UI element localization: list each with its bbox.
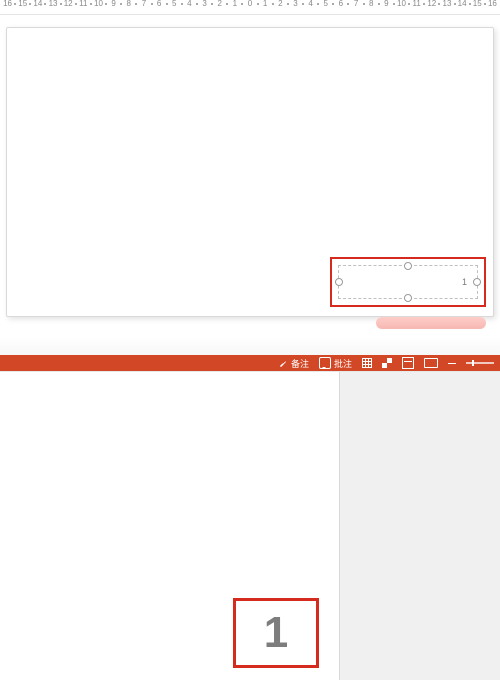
resize-handle-e[interactable] [473, 278, 481, 286]
page-number-value: 1 [462, 277, 467, 287]
ruler-tick: 3 [288, 0, 303, 14]
ruler-tick: 16 [485, 0, 500, 14]
preview-slide[interactable]: 1 [0, 372, 340, 680]
preview-page-number-highlight: 1 [233, 598, 319, 668]
pen-icon [278, 358, 288, 368]
ruler-tick: 7 [136, 0, 151, 14]
horizontal-ruler[interactable]: 1615141312111098765432101234567891011121… [0, 0, 500, 15]
ruler-tick: 14 [455, 0, 470, 14]
ruler-tick: 9 [379, 0, 394, 14]
ruler-tick: 5 [167, 0, 182, 14]
ruler-tick: 5 [318, 0, 333, 14]
ruler-tick: 11 [409, 0, 424, 14]
notes-pane[interactable] [340, 372, 500, 680]
reading-view-button[interactable] [402, 357, 414, 369]
ruler-tick: 6 [333, 0, 348, 14]
page-number-selection-highlight: 1 [330, 257, 486, 307]
ruler-tick: 0 [242, 0, 257, 14]
zoom-thumb[interactable] [472, 360, 474, 366]
normal-view-icon [362, 358, 372, 368]
notes-button[interactable]: 备注 [278, 357, 309, 370]
ruler-tick: 9 [106, 0, 121, 14]
ruler-tick: 6 [152, 0, 167, 14]
notes-label: 备注 [291, 357, 309, 370]
normal-view-button[interactable] [362, 358, 372, 368]
ruler-tick: 13 [439, 0, 454, 14]
slideshow-button[interactable] [424, 358, 438, 368]
zoom-out-button[interactable] [448, 363, 456, 364]
ruler-tick: 2 [273, 0, 288, 14]
ruler-tick: 8 [121, 0, 136, 14]
ruler-tick: 12 [61, 0, 76, 14]
ruler-tick: 8 [364, 0, 379, 14]
resize-handle-s[interactable] [404, 294, 412, 302]
resize-handle-w[interactable] [335, 278, 343, 286]
ruler-tick: 1 [227, 0, 242, 14]
slide-edit-area[interactable]: 1 [0, 15, 500, 337]
reading-view-icon [402, 357, 414, 369]
ruler-tick: 15 [15, 0, 30, 14]
ruler-tick: 11 [76, 0, 91, 14]
divider-strip [0, 337, 500, 355]
resize-handle-n[interactable] [404, 262, 412, 270]
ruler-tick: 7 [348, 0, 363, 14]
comment-icon [319, 357, 331, 369]
ruler-tick: 13 [45, 0, 60, 14]
ruler-tick: 4 [303, 0, 318, 14]
ruler-tick: 4 [182, 0, 197, 14]
ruler-tick: 3 [197, 0, 212, 14]
ruler-tick: 2 [212, 0, 227, 14]
status-bar: 备注 批注 [0, 355, 500, 371]
sorter-view-icon [382, 358, 392, 368]
ruler-tick: 1 [258, 0, 273, 14]
ruler-tick: 14 [30, 0, 45, 14]
page-number-textbox[interactable]: 1 [338, 265, 478, 299]
comments-label: 批注 [334, 357, 352, 370]
ruler-tick: 12 [424, 0, 439, 14]
slideshow-icon [424, 358, 438, 368]
ruler-tick: 10 [91, 0, 106, 14]
ruler-tick: 15 [470, 0, 485, 14]
zoom-slider[interactable] [466, 362, 494, 364]
comments-button[interactable]: 批注 [319, 357, 352, 370]
ruler-tick: 10 [394, 0, 409, 14]
sorter-view-button[interactable] [382, 358, 392, 368]
ime-indicator [376, 317, 486, 329]
preview-page-number: 1 [264, 608, 288, 658]
ruler-tick: 16 [0, 0, 15, 14]
minus-icon [448, 363, 456, 364]
preview-area: 1 [0, 371, 500, 680]
